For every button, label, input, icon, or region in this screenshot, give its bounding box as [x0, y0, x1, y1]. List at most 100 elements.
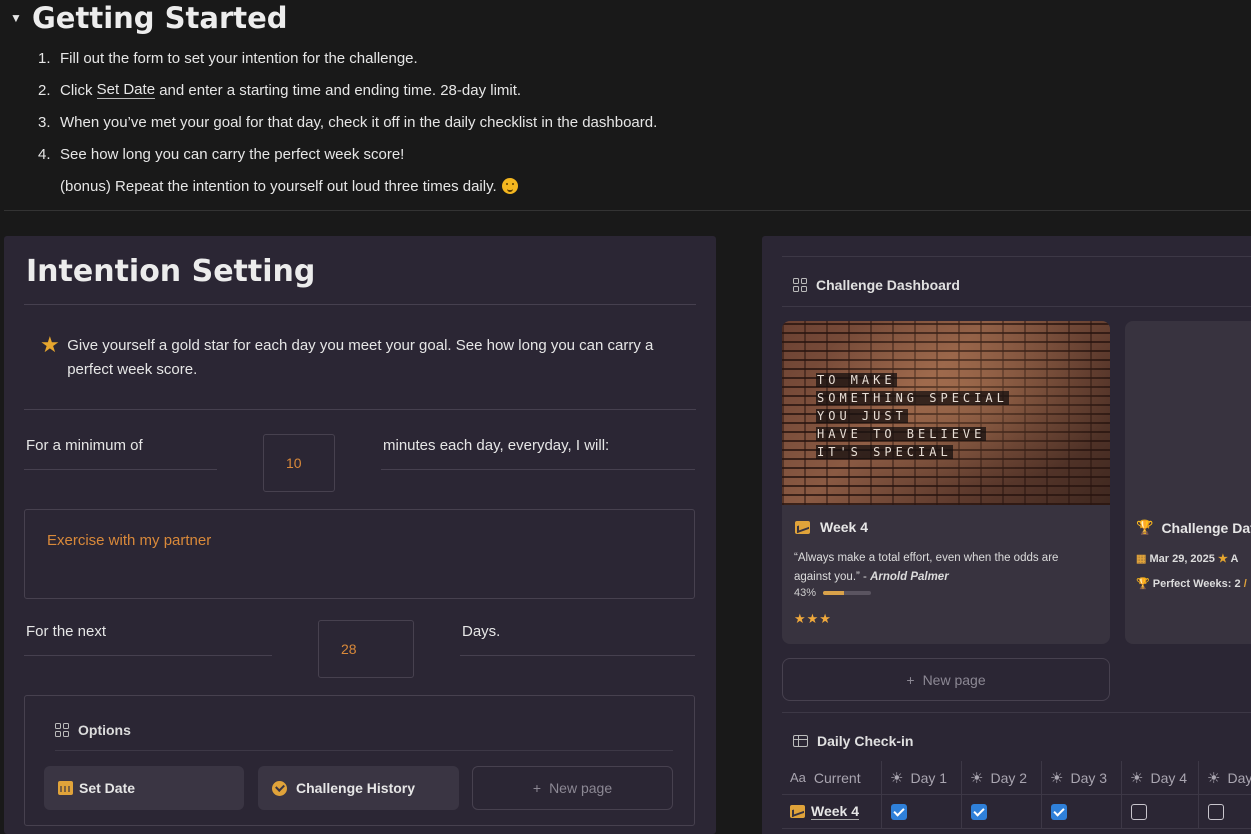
check-circle-icon: [272, 780, 287, 796]
steps-list: 1. Fill out the form to set your intenti…: [38, 42, 798, 202]
minutes-label: minutes each day, everyday, I will:: [381, 434, 695, 470]
min-label: For a minimum of: [24, 434, 217, 470]
day-1-checkbox[interactable]: [891, 803, 907, 820]
gallery-grid-icon: [55, 723, 69, 737]
list-item: 4. See how long you can carry the perfec…: [38, 138, 798, 170]
bonus-text: (bonus) Repeat the intention to yourself…: [60, 177, 497, 195]
trophy-icon: 🏆: [1136, 578, 1150, 590]
step-number: 3.: [38, 113, 51, 131]
list-item: 3. When you’ve met your goal for that da…: [38, 106, 798, 138]
new-page-button[interactable]: + New page: [782, 658, 1110, 701]
set-date-link[interactable]: Set Date: [96, 81, 156, 99]
sun-icon: ☀: [1130, 769, 1144, 787]
days-input[interactable]: 28: [318, 620, 414, 678]
divider: [24, 409, 696, 410]
getting-started-toggle[interactable]: ▼ Getting Started: [10, 1, 288, 35]
getting-started-title: Getting Started: [32, 1, 288, 35]
column-header-day-4[interactable]: ☀ Day 4: [1122, 761, 1198, 795]
table-row: Week 4: [782, 795, 1251, 829]
column-header-day-3[interactable]: ☀ Day 3: [1042, 761, 1122, 795]
callout: ★ Give yourself a gold star for each day…: [40, 334, 680, 382]
day-2-checkbox[interactable]: [971, 803, 987, 820]
card-cover-image: TO MAKE SOMETHING SPECIAL YOU JUST HAVE …: [782, 321, 1110, 505]
row-name-cell[interactable]: Week 4: [782, 795, 882, 829]
challenge-history-label: Challenge History: [296, 780, 416, 796]
card-title: 🏆 Challenge Dat: [1136, 519, 1251, 536]
sun-icon: ☀: [1050, 769, 1064, 787]
table-icon: [793, 735, 808, 747]
step-text: Fill out the form to set your intention …: [60, 49, 418, 67]
step-number: 2.: [38, 81, 51, 99]
challenge-card[interactable]: 🏆 Challenge Dat ▦ Mar 29, 2025 ★ A 🏆 Per…: [1125, 321, 1251, 644]
chart-icon: [790, 805, 805, 818]
card-quote: “Always make a total effort, even when t…: [794, 552, 1059, 583]
text-property-icon: Aa: [790, 770, 806, 785]
divider: [55, 750, 673, 751]
plus-icon: +: [906, 671, 915, 688]
collapse-triangle-icon[interactable]: ▼: [10, 11, 32, 25]
bonus-item: (bonus) Repeat the intention to yourself…: [38, 170, 798, 202]
card-title-label: Week 4: [820, 519, 868, 535]
next-label: For the next: [24, 620, 272, 656]
column-header-day-5[interactable]: ☀ Day: [1198, 761, 1251, 795]
checkin-heading: Daily Check-in: [793, 733, 913, 749]
date-line: ▦ Mar 29, 2025 ★ A: [1136, 552, 1238, 565]
checkin-table: Aa Current ☀ Day 1 ☀ Day 2 ☀ Day 3 ☀ Day 4 ☀…: [782, 761, 1251, 829]
star-rating: ★★★: [794, 611, 832, 626]
minutes-input[interactable]: 10: [263, 434, 335, 492]
trophy-icon: 🏆: [1136, 519, 1154, 535]
set-date-label: Set Date: [79, 780, 136, 796]
step-text: See how long you can carry the perfect w…: [60, 145, 405, 163]
calendar-icon: [58, 781, 73, 795]
column-header-current[interactable]: Aa Current: [782, 761, 882, 795]
date-suffix: A: [1230, 553, 1239, 565]
progress-bar: [823, 591, 872, 595]
star-icon: ★: [40, 332, 60, 357]
quote-author: Arnold Palmer: [870, 571, 949, 583]
winking-face-icon: [501, 178, 518, 194]
progress-bar-fill: [823, 591, 844, 595]
progress-label: 43%: [794, 587, 817, 599]
week-card[interactable]: TO MAKE SOMETHING SPECIAL YOU JUST HAVE …: [782, 321, 1110, 644]
set-date-button[interactable]: Set Date: [44, 766, 244, 810]
checkbox-cell: [1122, 795, 1198, 829]
new-page-label: New page: [922, 671, 986, 688]
column-header-day-1[interactable]: ☀ Day 1: [882, 761, 962, 795]
challenge-dashboard-panel: Challenge Dashboard TO MAKE SOMETHING SP…: [762, 236, 1251, 834]
checkbox-cell: [1198, 795, 1251, 829]
cover-image-text: TO MAKE SOMETHING SPECIAL YOU JUST HAVE …: [816, 373, 1009, 459]
day-3-checkbox[interactable]: [1051, 803, 1067, 820]
new-page-button[interactable]: + New page: [472, 766, 673, 810]
list-item: 2. Click Set Date and enter a starting t…: [38, 74, 798, 106]
challenge-history-button[interactable]: Challenge History: [258, 766, 459, 810]
star-icon: ★: [1217, 553, 1228, 565]
days-label: Days.: [460, 620, 695, 656]
intention-input[interactable]: Exercise with my partner: [24, 509, 695, 599]
checkbox-cell: [1042, 795, 1122, 829]
checkbox-cell: [962, 795, 1042, 829]
callout-text: Give yourself a gold star for each day y…: [67, 337, 654, 378]
column-header-day-2[interactable]: ☀ Day 2: [962, 761, 1042, 795]
checkbox-cell: [882, 795, 962, 829]
day-4-checkbox[interactable]: [1131, 803, 1147, 820]
table-header-row: Aa Current ☀ Day 1 ☀ Day 2 ☀ Day 3 ☀ Day 4 ☀…: [782, 761, 1251, 795]
weeks-line: 🏆 Perfect Weeks: 2 /: [1136, 577, 1247, 590]
step-text: When you’ve met your goal for that day, …: [60, 113, 658, 131]
new-page-label: New page: [549, 780, 613, 796]
card-title-label: Challenge Dat: [1161, 519, 1251, 536]
day-5-checkbox[interactable]: [1208, 803, 1224, 820]
card-title: Week 4: [795, 519, 868, 535]
dashboard-heading: Challenge Dashboard: [793, 277, 960, 293]
weeks-text: Perfect Weeks: 2: [1152, 578, 1241, 590]
plus-icon: +: [532, 780, 542, 796]
step-number: 1.: [38, 49, 51, 67]
list-item: 1. Fill out the form to set your intenti…: [38, 42, 798, 74]
divider: [782, 256, 1251, 257]
intention-setting-panel: Intention Setting ★ Give yourself a gold…: [4, 236, 716, 834]
divider: [782, 712, 1251, 713]
row-name-link[interactable]: Week 4: [811, 803, 859, 820]
step-text: Click: [60, 81, 97, 99]
weeks-suffix: /: [1243, 578, 1247, 590]
divider: [4, 210, 1251, 211]
sun-icon: ☀: [890, 769, 904, 787]
